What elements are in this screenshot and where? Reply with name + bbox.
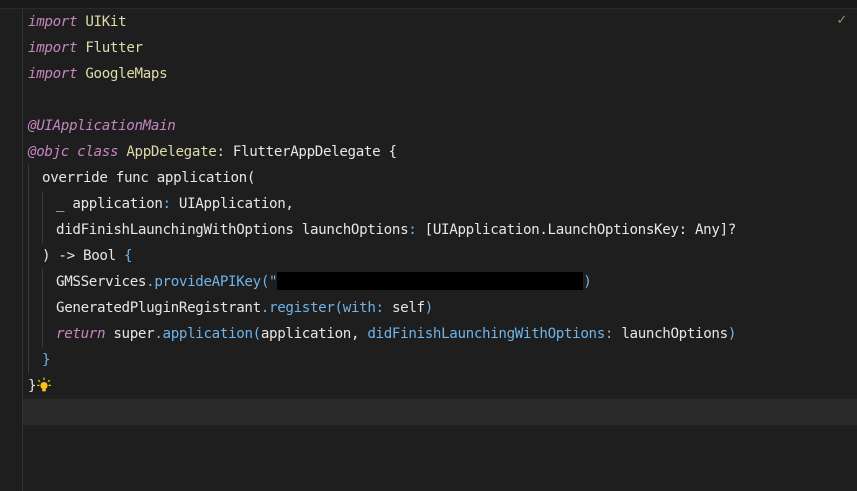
argument-label: with [342, 300, 376, 316]
indent-guide [28, 217, 29, 243]
code-line[interactable]: GeneratedPluginRegistrant.register(with:… [0, 295, 857, 321]
indent-guide [28, 347, 29, 373]
code-line[interactable]: ) -> Bool { [0, 243, 857, 269]
keyword: import [28, 40, 78, 56]
redacted-api-key [277, 272, 584, 290]
code-line[interactable]: } [0, 347, 857, 373]
open-paren: ( [334, 300, 344, 316]
type-name: UIApplication [178, 196, 286, 212]
tab-strip-fragment [4, 0, 74, 2]
keyword: import [28, 14, 78, 30]
class-name: AppDelegate [126, 144, 217, 160]
open-brace: { [388, 144, 398, 160]
indent-guide [28, 243, 29, 269]
code-line[interactable]: didFinishLaunchingWithOptions launchOpti… [0, 217, 857, 243]
code-line-blank[interactable] [0, 87, 857, 113]
code-line[interactable]: GMSServices.provideAPIKey(") [0, 269, 857, 295]
indent-guide [28, 295, 29, 321]
keyword: return [56, 326, 106, 342]
attribute: @UIApplicationMain [28, 118, 176, 134]
type-name: Bool [83, 248, 116, 264]
code-line[interactable]: return super.application(application, di… [0, 321, 857, 347]
arrow: -> [58, 248, 75, 264]
underscore: _ [56, 196, 65, 212]
tab-strip-fragment-orange [640, 0, 700, 2]
open-brace: { [123, 248, 133, 264]
module-name: GoogleMaps [85, 66, 168, 82]
indent-guide [42, 191, 43, 217]
type-name: [UIApplication.LaunchOptionsKey: Any]? [424, 222, 737, 238]
code-line[interactable]: override func application( [0, 165, 857, 191]
code-line[interactable]: } [0, 373, 857, 399]
dot: . [154, 326, 163, 342]
punctuation: , [285, 196, 294, 212]
method-name: register [269, 300, 335, 316]
code-line[interactable]: import UIKit [0, 9, 857, 35]
indent-guide [42, 295, 43, 321]
keyword: import [28, 66, 78, 82]
punctuation: : [604, 326, 614, 342]
attribute: @objc [28, 144, 69, 160]
code-line[interactable]: @UIApplicationMain [0, 113, 857, 139]
dot: . [260, 300, 270, 316]
code-editor[interactable]: ✓ import UIKit import Flutter import Goo… [0, 0, 857, 491]
code-line[interactable]: import Flutter [0, 35, 857, 61]
object-name: GeneratedPluginRegistrant [56, 300, 261, 316]
open-paren: (" [260, 274, 278, 290]
argument-value: launchOptions [621, 326, 728, 342]
open-paren: ( [252, 326, 262, 342]
indent-guide [42, 269, 43, 295]
module-name: UIKit [85, 14, 127, 30]
argument-label: didFinishLaunchingWithOptions [56, 222, 294, 238]
module-name: Flutter [85, 40, 143, 56]
argument-value: self [391, 300, 425, 316]
indent-guide [28, 321, 29, 347]
close-brace: } [28, 378, 37, 394]
object-name: GMSServices [56, 274, 147, 290]
indent-guide [42, 321, 43, 347]
code-line[interactable]: import GoogleMaps [0, 61, 857, 87]
punctuation: : [162, 196, 172, 212]
punctuation: : [375, 300, 385, 316]
code-line[interactable]: _ application: UIApplication, [0, 191, 857, 217]
method-name: application [162, 326, 253, 342]
close-brace: } [42, 352, 51, 368]
param-name: launchOptions [301, 222, 409, 238]
indent-guide [28, 165, 29, 191]
code-line-blank[interactable] [0, 399, 857, 425]
function-name: application [156, 170, 247, 186]
indent-guide [28, 191, 29, 217]
punctuation: : [216, 144, 225, 160]
close-paren: ) [583, 274, 592, 290]
close-paren: ) [42, 248, 51, 264]
close-paren: ) [424, 300, 434, 316]
argument-label: didFinishLaunchingWithOptions [367, 326, 605, 342]
code-area[interactable]: import UIKit import Flutter import Googl… [0, 9, 857, 425]
close-paren: ) [727, 326, 737, 342]
lightbulb-icon[interactable] [37, 376, 52, 392]
param-name: application [72, 196, 163, 212]
punctuation: : [408, 222, 417, 238]
code-line[interactable]: @objc class AppDelegate: FlutterAppDeleg… [0, 139, 857, 165]
superclass-name: FlutterAppDelegate [232, 144, 381, 160]
keyword: override [42, 170, 108, 186]
keyword: class [77, 144, 119, 160]
open-paren: ( [246, 170, 256, 186]
keyword: func [115, 170, 149, 186]
method-name: provideAPIKey [154, 274, 261, 290]
indent-guide [42, 217, 43, 243]
argument-value: application, [260, 326, 360, 342]
object-name: super [113, 326, 155, 342]
tab-strip [0, 0, 857, 9]
indent-guide [28, 269, 29, 295]
